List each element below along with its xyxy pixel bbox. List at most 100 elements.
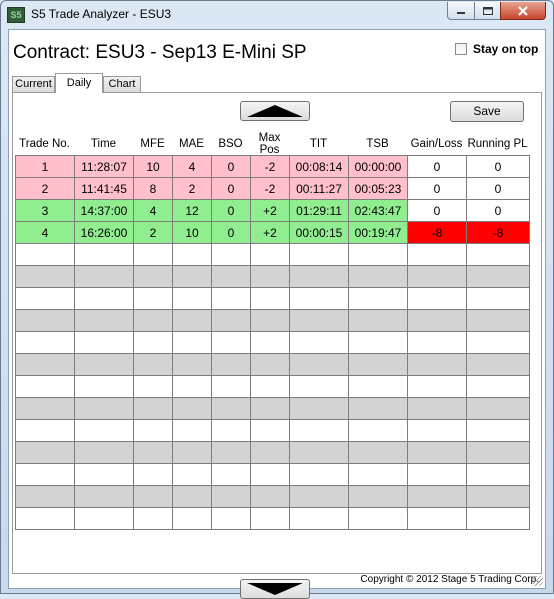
table-cell: 0 bbox=[466, 199, 530, 222]
table-row[interactable] bbox=[15, 287, 530, 310]
table-cell bbox=[466, 331, 530, 354]
table-cell bbox=[211, 353, 251, 376]
table-cell bbox=[172, 331, 212, 354]
table-cell bbox=[15, 331, 75, 354]
table-cell: 0 bbox=[407, 155, 467, 178]
table-cell bbox=[466, 375, 530, 398]
column-header: TSB bbox=[366, 138, 389, 150]
table-row[interactable] bbox=[15, 397, 530, 420]
table-cell bbox=[407, 375, 467, 398]
table-cell bbox=[250, 375, 290, 398]
table-cell bbox=[211, 375, 251, 398]
table-cell bbox=[15, 441, 75, 464]
table-cell bbox=[15, 353, 75, 376]
table-cell: 00:08:14 bbox=[289, 155, 349, 178]
daily-panel: Save Trade No. Time MFE MAE BSO Max Pos TIT TSB… bbox=[12, 92, 542, 599]
table-cell bbox=[348, 463, 408, 486]
table-row[interactable] bbox=[15, 243, 530, 266]
table-row[interactable]: 3 14:37:00 4 12 0 +2 01:29:11 02:43:47 0 0 bbox=[15, 199, 530, 222]
table-cell bbox=[172, 463, 212, 486]
table-cell bbox=[407, 353, 467, 376]
table-cell bbox=[211, 309, 251, 332]
tab-daily[interactable]: Daily bbox=[55, 73, 103, 93]
table-cell bbox=[133, 309, 173, 332]
table-cell bbox=[250, 353, 290, 376]
table-row[interactable] bbox=[15, 463, 530, 486]
table-row[interactable] bbox=[15, 309, 530, 332]
table-cell: 01:29:11 bbox=[289, 199, 349, 222]
tab-chart[interactable]: Chart bbox=[103, 76, 141, 92]
table-row[interactable] bbox=[15, 507, 530, 530]
table-cell: -8 bbox=[466, 221, 530, 244]
table-cell bbox=[466, 243, 530, 266]
table-row[interactable] bbox=[15, 265, 530, 288]
table-cell: 10 bbox=[133, 155, 173, 178]
table-cell bbox=[15, 375, 75, 398]
table-cell bbox=[15, 287, 75, 310]
table-cell bbox=[15, 309, 75, 332]
table-cell bbox=[74, 419, 134, 442]
table-cell bbox=[348, 375, 408, 398]
maximize-button[interactable] bbox=[474, 2, 501, 20]
table-cell bbox=[133, 507, 173, 530]
column-header: Gain/Loss bbox=[410, 138, 463, 150]
table-cell bbox=[289, 397, 349, 420]
table-cell: 00:00:00 bbox=[348, 155, 408, 178]
table-cell bbox=[289, 265, 349, 288]
table-cell: -8 bbox=[407, 221, 467, 244]
table-cell: 1 bbox=[15, 155, 75, 178]
table-cell bbox=[211, 441, 251, 464]
table-row[interactable]: 1 11:28:07 10 4 0 -2 00:08:14 00:00:00 0 0 bbox=[15, 155, 530, 178]
table-cell bbox=[74, 441, 134, 464]
title-bar[interactable]: S5 S5 Trade Analyzer - ESU3 bbox=[1, 1, 553, 29]
table-cell bbox=[133, 441, 173, 464]
table-cell bbox=[172, 419, 212, 442]
table-cell: 2 bbox=[15, 177, 75, 200]
table-cell bbox=[407, 507, 467, 530]
table-cell bbox=[407, 485, 467, 508]
column-header: Time bbox=[90, 138, 117, 150]
minimize-button[interactable] bbox=[447, 2, 475, 20]
table-cell bbox=[74, 507, 134, 530]
table-cell bbox=[74, 265, 134, 288]
table-cell bbox=[211, 287, 251, 310]
table-row[interactable] bbox=[15, 485, 530, 508]
resize-grip[interactable] bbox=[533, 576, 543, 586]
table-cell bbox=[407, 309, 467, 332]
table-cell: 2 bbox=[133, 221, 173, 244]
table-cell bbox=[133, 397, 173, 420]
table-cell bbox=[74, 309, 134, 332]
table-cell bbox=[407, 441, 467, 464]
table-cell: 10 bbox=[172, 221, 212, 244]
table-cell: 16:26:00 bbox=[74, 221, 134, 244]
table-cell: -2 bbox=[250, 177, 290, 200]
table-cell: 4 bbox=[15, 221, 75, 244]
scroll-up-button[interactable] bbox=[240, 101, 310, 121]
table-row[interactable]: 4 16:26:00 2 10 0 +2 00:00:15 00:19:47 -8 -8 bbox=[15, 221, 530, 244]
table-cell bbox=[133, 375, 173, 398]
save-button[interactable]: Save bbox=[450, 101, 524, 122]
table-row[interactable] bbox=[15, 375, 530, 398]
table-cell bbox=[74, 287, 134, 310]
table-cell bbox=[74, 375, 134, 398]
table-row[interactable] bbox=[15, 331, 530, 354]
table-row[interactable] bbox=[15, 353, 530, 376]
table-cell: 00:05:23 bbox=[348, 177, 408, 200]
table-cell: 0 bbox=[466, 155, 530, 178]
table-cell: 0 bbox=[211, 221, 251, 244]
column-header: Running PL bbox=[467, 138, 528, 150]
table-cell: 00:19:47 bbox=[348, 221, 408, 244]
table-cell bbox=[250, 419, 290, 442]
table-cell bbox=[133, 265, 173, 288]
table-cell bbox=[211, 243, 251, 266]
table-row[interactable] bbox=[15, 419, 530, 442]
tab-current[interactable]: Current bbox=[12, 76, 55, 92]
stay-on-top-checkbox[interactable] bbox=[455, 43, 467, 55]
close-button[interactable] bbox=[500, 2, 546, 20]
stay-on-top-toggle[interactable]: Stay on top bbox=[455, 42, 538, 56]
table-cell bbox=[211, 419, 251, 442]
table-cell bbox=[133, 463, 173, 486]
table-row[interactable] bbox=[15, 441, 530, 464]
table-row[interactable]: 2 11:41:45 8 2 0 -2 00:11:27 00:05:23 0 0 bbox=[15, 177, 530, 200]
table-cell bbox=[289, 485, 349, 508]
